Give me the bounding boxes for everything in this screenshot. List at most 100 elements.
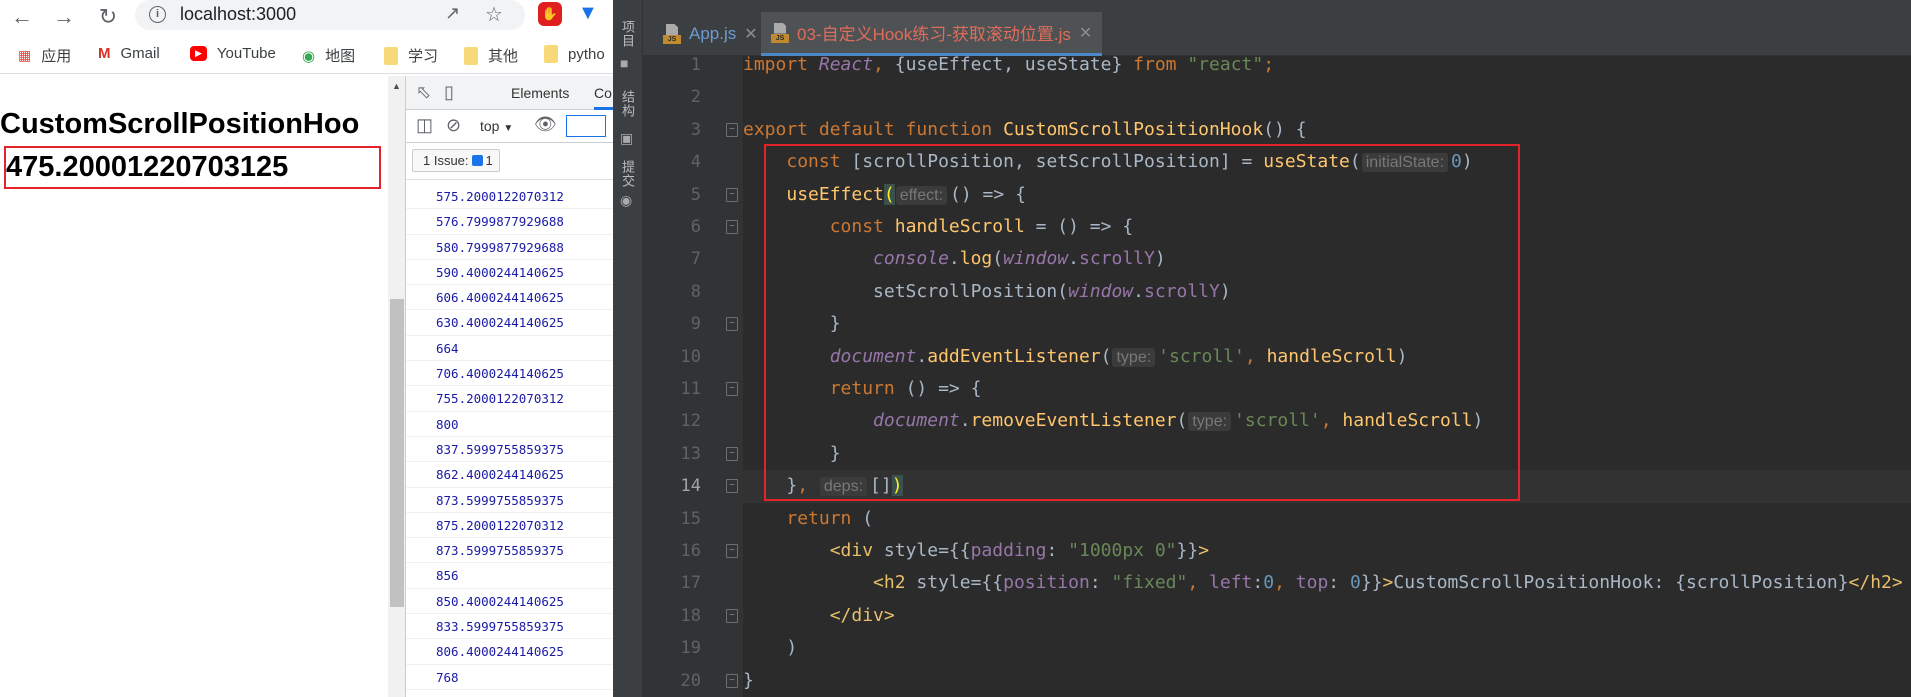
tab-label: 03-自定义Hook练习-获取滚动位置.js	[797, 25, 1071, 44]
tool-window-strip: 项目 ■ 结构 ▣ 提交 ◉	[613, 0, 643, 697]
code-token: "fixed"	[1111, 572, 1188, 594]
fold-open-icon[interactable]: −	[726, 220, 738, 234]
code-token: () {	[1263, 118, 1307, 140]
line-number: 12	[680, 411, 701, 432]
bookmark-label: Gmail	[120, 45, 160, 62]
bookmark-label: 地图	[325, 48, 356, 65]
line-number-gutter: 1 2 3 4 5 6 7 8 9 10 11 12 13 14 15 16 17 18 19 20− − − − − − − − −…	[643, 55, 743, 697]
console-log-entry: 837.5999755859375	[406, 437, 613, 463]
code-token: ,	[873, 54, 895, 75]
apps-grid-icon: ▦	[18, 47, 32, 63]
bookmark-apps[interactable]: ▦ 应用	[18, 45, 71, 66]
inspect-element-icon[interactable]: ⬁	[416, 82, 431, 103]
code-line[interactable]: <div style={{padding: "1000px 0"}}>	[743, 535, 1911, 567]
code-line[interactable]	[743, 81, 1911, 113]
filter-input[interactable]	[566, 115, 606, 137]
context-selector[interactable]: top ▼	[480, 118, 513, 134]
live-expression-eye-icon[interactable]: 👁	[534, 114, 557, 135]
fold-open-icon[interactable]: −	[726, 122, 738, 137]
scrollbar-thumb[interactable]	[390, 299, 404, 607]
tool-commit[interactable]: 提交	[618, 160, 637, 188]
code-token: style={{	[916, 572, 1004, 594]
code-line[interactable]: )	[743, 632, 1911, 664]
structure-icon[interactable]: ▣	[620, 130, 633, 147]
bookmark-label: 应用	[41, 48, 72, 65]
console-log-entry: 755.2000122070312	[406, 386, 613, 412]
forward-arrow-icon[interactable]: →	[50, 4, 78, 30]
code-line[interactable]: }	[743, 665, 1911, 697]
console-log-entry: 706.4000244140625	[406, 361, 613, 387]
device-toolbar-icon[interactable]: ▯	[444, 82, 454, 103]
bookmark-label: pytho	[568, 45, 605, 63]
bookmark-folder-study[interactable]: 学习	[384, 45, 438, 66]
adblock-extension-icon[interactable]: ✋	[538, 2, 562, 26]
fold-close-icon[interactable]: −	[726, 317, 738, 332]
line-number: 19	[680, 638, 701, 659]
bookmark-gmail[interactable]: M Gmail	[98, 45, 160, 62]
fold-close-icon[interactable]: −	[726, 673, 738, 688]
line-number: 5	[690, 184, 701, 205]
tab-elements[interactable]: Elements	[511, 85, 569, 101]
code-line[interactable]: return (	[743, 503, 1911, 535]
tool-project[interactable]: 项目	[618, 20, 637, 48]
fold-open-icon[interactable]: −	[726, 187, 738, 202]
bookmark-folder-python[interactable]: pytho	[544, 45, 605, 63]
page-scrollbar[interactable]: ▲	[388, 76, 405, 697]
code-token: padding	[970, 540, 1047, 561]
folder-icon[interactable]: ■	[620, 55, 628, 71]
url-text[interactable]: localhost:3000	[180, 4, 296, 25]
code-token: <h2	[873, 572, 917, 594]
line-number: 18	[680, 605, 701, 626]
line-number: 4	[690, 152, 701, 173]
sidebar-toggle-icon[interactable]: ◫	[416, 115, 433, 136]
back-arrow-icon[interactable]: ←	[8, 4, 36, 30]
code-token: position	[1003, 572, 1090, 594]
tab-label: App.js	[689, 24, 737, 43]
code-line[interactable]: import React, {useEffect, useState} from…	[743, 49, 1911, 81]
fold-close-icon[interactable]: −	[726, 446, 738, 461]
fold-close-icon[interactable]: −	[726, 479, 738, 494]
folder-icon	[464, 46, 478, 65]
console-log-entry: 630.4000244140625	[406, 310, 613, 336]
close-tab-icon[interactable]: ✕	[744, 24, 757, 44]
code-token: 0	[1263, 572, 1275, 594]
bookmark-star-icon[interactable]: ☆	[485, 2, 503, 27]
code-token: from	[1133, 54, 1188, 75]
commit-icon[interactable]: ◉	[620, 192, 632, 209]
scroll-up-arrow-icon[interactable]: ▲	[392, 81, 401, 91]
fold-close-icon[interactable]: −	[726, 608, 738, 623]
info-icon[interactable]: i	[149, 6, 166, 23]
code-line[interactable]: export default function CustomScrollPosi…	[743, 114, 1911, 146]
bookmark-youtube[interactable]: ▶ YouTube	[190, 45, 276, 62]
issues-button[interactable]: 1 Issue: 1	[412, 149, 500, 172]
js-file-icon: JS	[771, 22, 789, 43]
bookmark-label: 学习	[408, 48, 439, 65]
bookmarks-bar: ▦ 应用 M Gmail ▶ YouTube ◉ 地图 学习 其他 pytho	[0, 38, 613, 74]
tool-structure[interactable]: 结构	[618, 90, 637, 118]
address-bar[interactable]: i localhost:3000 ↗ ☆	[135, 0, 525, 30]
fold-open-icon[interactable]: −	[726, 382, 738, 396]
bookmark-maps[interactable]: ◉ 地图	[302, 45, 355, 66]
console-log-entry: 806.4000244140625	[406, 639, 613, 665]
bookmark-folder-other[interactable]: 其他	[464, 45, 518, 66]
reload-icon[interactable]: ↻	[94, 4, 122, 30]
extension-icon[interactable]: ▼	[578, 2, 598, 25]
close-tab-icon[interactable]: ✕	[1079, 23, 1092, 43]
context-value: top	[480, 118, 500, 134]
clear-console-icon[interactable]: ⊘	[446, 115, 461, 136]
annotation-highlight-box	[764, 144, 1520, 501]
console-log-list: 575.2000122070312 576.7999877929688 580.79…	[406, 184, 613, 690]
code-token: ;	[1263, 54, 1275, 75]
line-number: 6	[690, 217, 701, 237]
tab-console[interactable]: Co	[594, 85, 612, 101]
code-line[interactable]: </div>	[743, 600, 1911, 632]
share-icon[interactable]: ↗	[445, 3, 460, 24]
code-token: left	[1209, 572, 1253, 594]
code-token: export default function	[743, 118, 1004, 140]
devtools-panel: ⬁ ▯ Elements Co ◫ ⊘ top ▼ 👁 1 Issue: 1 57…	[405, 76, 613, 697]
page-heading: CustomScrollPositionHoo	[0, 108, 360, 140]
code-line[interactable]: <h2 style={{position: "fixed", left:0, t…	[743, 567, 1911, 599]
fold-open-icon[interactable]: −	[726, 544, 738, 558]
